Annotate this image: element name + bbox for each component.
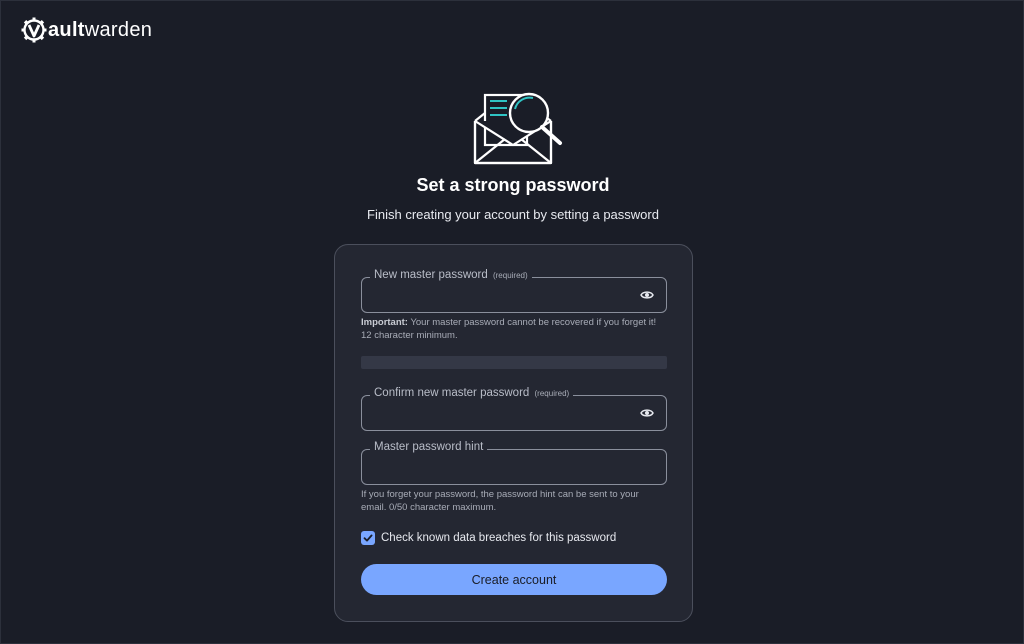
checkmark-icon bbox=[363, 534, 373, 542]
set-password-card: New master password (required) Important… bbox=[334, 244, 693, 622]
page-title: Set a strong password bbox=[416, 175, 610, 195]
vaultwarden-logo[interactable]: aultwarden bbox=[21, 15, 152, 45]
breach-check-row[interactable]: Check known data breaches for this passw… bbox=[361, 531, 616, 545]
create-account-button[interactable]: Create account bbox=[361, 564, 667, 595]
eye-icon[interactable] bbox=[640, 407, 654, 419]
master-password-hint-input[interactable] bbox=[362, 450, 666, 484]
breach-check-label[interactable]: Check known data breaches for this passw… bbox=[381, 532, 616, 544]
password-strength-meter bbox=[361, 356, 667, 369]
new-master-password-field: New master password (required) bbox=[361, 269, 667, 313]
eye-icon[interactable] bbox=[640, 289, 654, 301]
breach-check-checkbox[interactable] bbox=[361, 531, 375, 545]
master-password-hint-field: Master password hint bbox=[361, 441, 667, 485]
hint-help: If you forget your password, the passwor… bbox=[361, 489, 639, 513]
new-password-help: Important: Your master password cannot b… bbox=[361, 317, 657, 341]
page: aultwarden Set a strong password Finish … bbox=[0, 0, 1024, 644]
confirm-master-password-input[interactable] bbox=[362, 396, 666, 430]
new-master-password-input[interactable] bbox=[362, 278, 666, 312]
brand-name: aultwarden bbox=[48, 18, 153, 41]
gear-v-logo-icon bbox=[21, 17, 47, 43]
envelope-search-icon bbox=[473, 92, 562, 165]
page-subtitle: Finish creating your account by setting … bbox=[367, 207, 659, 222]
confirm-master-password-field: Confirm new master password (required) bbox=[361, 387, 667, 431]
